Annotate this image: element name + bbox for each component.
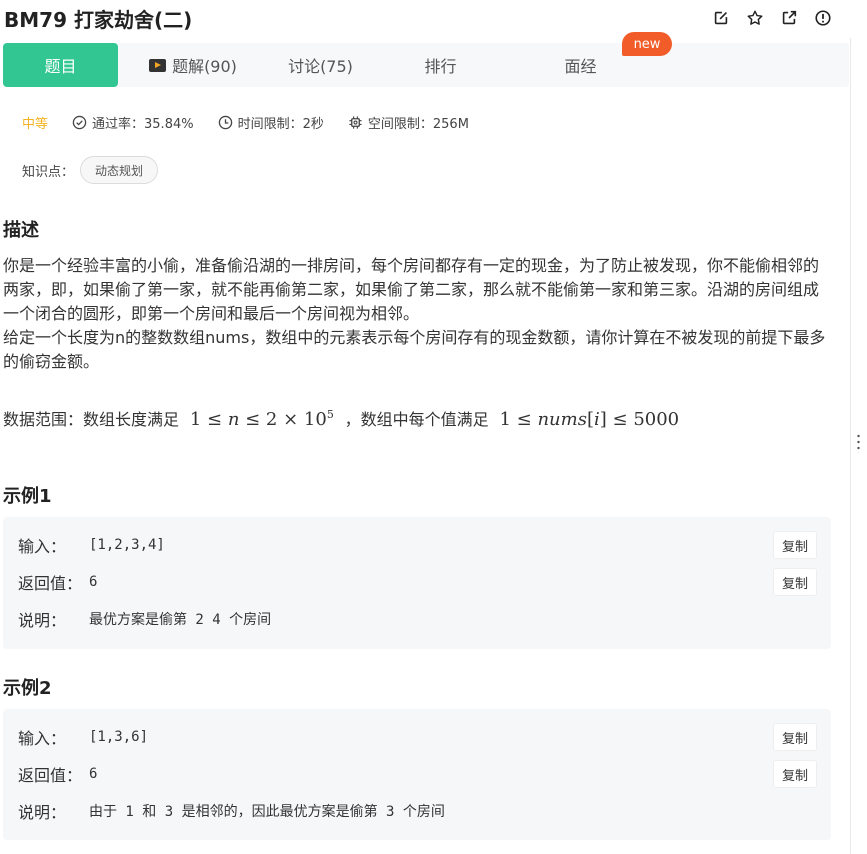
input-value: [1,2,3,4] [89, 537, 165, 553]
example-1-box: 输入： [1,2,3,4] 复制 返回值： 6 复制 说明： 最优方案是偷第 2… [3, 517, 831, 649]
tab-discussion[interactable]: 讨论(75) [268, 43, 373, 87]
knowledge-points: 知识点： 动态规划 [22, 156, 159, 184]
pass-rate-text: 通过率：35.84% [92, 116, 194, 132]
tab-bar: 题目 题解(90) 讨论(75) 排行 面经 [3, 43, 849, 87]
description-heading: 描述 [3, 220, 39, 241]
new-badge: new [622, 32, 672, 56]
output-value: 6 [89, 574, 98, 590]
check-circle-icon [72, 115, 87, 129]
problem-title: BM79 打家劫舍(二) [4, 8, 193, 32]
description-body: 你是一个经验丰富的小偷，准备偷沿湖的一排房间，每个房间都存有一定的现金，为了防止… [3, 254, 833, 374]
note-label: 说明： [18, 611, 67, 630]
report-icon[interactable] [813, 8, 833, 28]
note-value: 最优方案是偷第 2 4 个房间 [89, 612, 272, 628]
title-bar: BM79 打家劫舍(二) [4, 0, 849, 38]
range-math-nums: 1 ≤ nums[i] ≤ 5000 [493, 409, 680, 430]
tab-solutions-label: 题解(90) [172, 57, 237, 76]
example-output-row: 返回值： 6 复制 [18, 568, 817, 596]
output-label: 返回值： [18, 574, 83, 593]
tag-dynamic-programming[interactable]: 动态规划 [80, 156, 159, 184]
share-icon[interactable] [779, 8, 799, 28]
copy-input-button[interactable]: 复制 [772, 723, 817, 751]
range-math-n: 1 ≤ n ≤ 2 × 105 [184, 408, 334, 430]
copy-output-button[interactable]: 复制 [772, 568, 817, 596]
space-limit-text: 空间限制：256M [367, 116, 469, 132]
output-value: 6 [89, 766, 98, 782]
tab-interview[interactable]: 面经 [533, 43, 628, 87]
tab-ranking[interactable]: 排行 [393, 43, 488, 87]
input-value: [1,3,6] [89, 729, 149, 745]
example-input-row: 输入： [1,2,3,4] 复制 [18, 531, 817, 559]
note-label: 说明： [18, 803, 67, 822]
problem-meta: 中等 通过率：35.84% 时间限制：2秒 空间限制：256M [22, 112, 493, 132]
example-1-heading: 示例1 [3, 486, 52, 507]
description-paragraph: 你是一个经验丰富的小偷，准备偷沿湖的一排房间，每个房间都存有一定的现金，为了防止… [3, 256, 820, 323]
tab-solutions[interactable]: 题解(90) [138, 43, 248, 87]
chip-icon [349, 115, 362, 129]
knowledge-label: 知识点： [22, 164, 75, 180]
range-prefix: 数据范围：数组长度满足 [3, 410, 180, 429]
data-range: 数据范围：数组长度满足 1 ≤ n ≤ 2 × 105 ，数组中每个值满足 1 … [3, 406, 679, 430]
tab-problem[interactable]: 题目 [3, 43, 118, 87]
copy-input-button[interactable]: 复制 [772, 531, 817, 559]
resize-handle[interactable] [857, 433, 860, 453]
example-note-row: 说明： 最优方案是偷第 2 4 个房间 [18, 605, 817, 633]
edit-icon[interactable] [711, 8, 731, 28]
video-icon [149, 58, 167, 72]
pass-rate: 通过率：35.84% [72, 113, 194, 132]
example-output-row: 返回值： 6 复制 [18, 760, 817, 788]
input-label: 输入： [18, 729, 67, 748]
example-2-box: 输入： [1,3,6] 复制 返回值： 6 复制 说明： 由于 1 和 3 是相… [3, 709, 831, 840]
title-actions [711, 8, 833, 28]
output-label: 返回值： [18, 766, 83, 785]
description-paragraph: 给定一个长度为n的整数数组nums，数组中的元素表示每个房间存有的现金数额，请你… [3, 328, 826, 371]
star-icon[interactable] [745, 8, 765, 28]
clock-icon [218, 115, 232, 129]
time-limit-text: 时间限制：2秒 [237, 116, 324, 132]
example-2-heading: 示例2 [3, 678, 52, 699]
right-panel-edge [850, 38, 867, 854]
difficulty-label: 中等 [22, 116, 49, 132]
time-limit: 时间限制：2秒 [218, 113, 324, 132]
space-limit: 空间限制：256M [348, 113, 469, 132]
input-label: 输入： [18, 537, 67, 556]
example-note-row: 说明： 由于 1 和 3 是相邻的，因此最优方案是偷第 3 个房间 [18, 797, 817, 825]
note-value: 由于 1 和 3 是相邻的，因此最优方案是偷第 3 个房间 [89, 804, 445, 820]
example-input-row: 输入： [1,3,6] 复制 [18, 723, 817, 751]
copy-output-button[interactable]: 复制 [772, 760, 817, 788]
range-mid: ，数组中每个值满足 [344, 410, 489, 429]
